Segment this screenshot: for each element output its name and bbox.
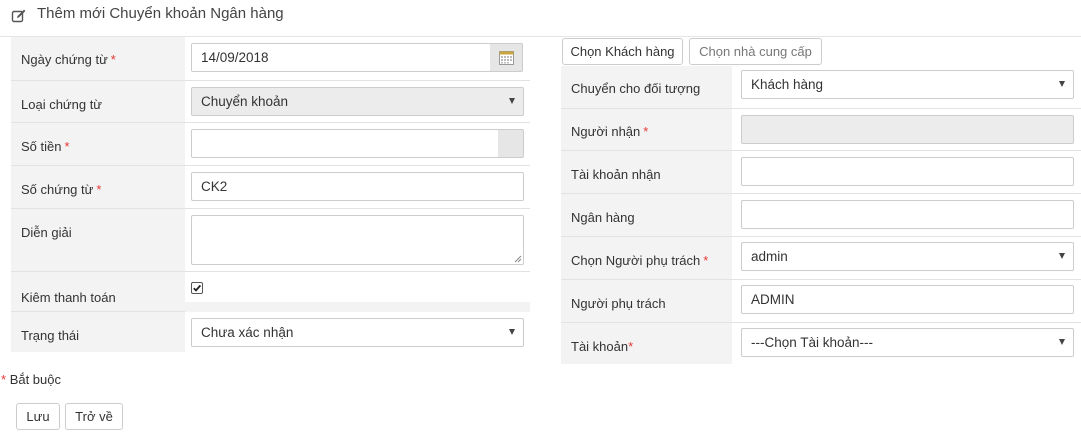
doc-type-select[interactable]: Chuyển khoản [191,86,524,116]
status-label: Trạng thái [21,327,80,343]
date-label-cell: Ngày chứng từ * [11,37,185,80]
description-label: Diễn giải [21,224,72,240]
date-label: Ngày chứng từ [21,52,108,67]
required-marker: * [643,123,649,139]
required-marker: * [628,338,634,354]
chevron-down-icon [1059,252,1065,259]
edit-icon [11,9,26,23]
calendar-icon [499,51,514,65]
recv-account-label: Tài khoản nhận [571,166,661,182]
required-marker: * [96,181,102,197]
check-icon [193,284,202,292]
amount-row: Số tiền * [11,122,530,165]
account-row: Tài khoản* ---Chọn Tài khoản--- [561,322,1081,364]
choose-person-label: Chọn Người phụ trách [571,252,701,268]
left-form: Ngày chứng từ * 14/09/2018 Loại chứng từ… [11,37,530,352]
account-value: ---Chọn Tài khoản--- [751,334,874,350]
resize-grip-icon[interactable] [514,255,522,263]
chevron-down-icon [1059,81,1065,87]
target-row: Chuyển cho đối tượng Khách hàng [561,66,1081,108]
checkpay-row: Kiêm thanh toán [11,271,530,312]
doc-type-row: Loại chứng từ Chuyển khoản [11,80,530,122]
right-form: Chuyển cho đối tượng Khách hàng Người nh… [561,66,1081,364]
recipient-input[interactable] [741,114,1074,144]
required-marker: * [703,252,709,268]
required-footnote: * Bắt buộc [1,372,61,387]
person-input[interactable]: ADMIN [741,284,1074,314]
doc-no-label: Số chứng từ [21,181,94,197]
chevron-down-icon [509,97,515,104]
page-title: Thêm mới Chuyển khoản Ngân hàng [37,5,284,22]
recv-account-row: Tài khoản nhận [561,150,1081,193]
amount-addon [498,128,524,158]
person-row: Người phụ trách ADMIN [561,279,1081,322]
tab-choose-supplier[interactable]: Chọn nhà cung cấp [689,38,822,65]
required-marker: * [110,52,116,67]
amount-input[interactable] [191,128,499,158]
account-select[interactable]: ---Chọn Tài khoản--- [741,327,1074,357]
person-label: Người phụ trách [571,295,666,311]
bank-row: Ngân hàng [561,193,1081,236]
recv-account-input[interactable] [741,156,1074,186]
checkpay-label: Kiêm thanh toán [21,289,116,305]
choose-person-select[interactable]: admin [741,241,1074,271]
amount-label: Số tiền [21,138,62,154]
status-row: Trạng thái Chưa xác nhận [11,311,530,352]
checkpay-checkbox[interactable] [191,281,203,294]
bank-label: Ngân hàng [571,209,635,225]
required-marker: * [64,138,70,154]
target-select[interactable]: Khách hàng [741,70,1074,99]
description-textarea[interactable] [191,214,524,265]
bank-input[interactable] [741,199,1074,229]
choose-person-value: admin [751,248,788,264]
doc-no-input[interactable]: CK2 [191,171,524,201]
target-value: Khách hàng [751,77,824,92]
recipient-label: Người nhận [571,123,641,139]
required-marker: * [1,372,7,387]
account-label: Tài khoản [571,338,629,354]
recipient-row: Người nhận * [561,108,1081,150]
target-label: Chuyển cho đối tượng [571,81,701,96]
status-select[interactable]: Chưa xác nhận [191,317,524,347]
doc-type-value: Chuyển khoản [201,93,289,109]
choose-person-row: Chọn Người phụ trách * admin [561,236,1081,279]
status-value: Chưa xác nhận [201,324,294,340]
doc-type-label: Loại chứng từ [21,96,103,112]
date-input[interactable]: 14/09/2018 [191,43,491,72]
calendar-button[interactable] [490,43,523,72]
doc-no-row: Số chứng từ * CK2 [11,165,530,208]
required-footnote-text: Bắt buộc [9,372,62,387]
description-row: Diễn giải [11,208,530,271]
page-header: Thêm mới Chuyển khoản Ngân hàng [0,0,1081,37]
date-row: Ngày chứng từ * 14/09/2018 [11,37,530,80]
save-button[interactable]: Lưu [16,403,60,430]
tab-choose-customer[interactable]: Chọn Khách hàng [562,38,683,65]
chevron-down-icon [1059,338,1065,345]
chevron-down-icon [509,328,515,335]
back-button[interactable]: Trở về [65,403,123,430]
